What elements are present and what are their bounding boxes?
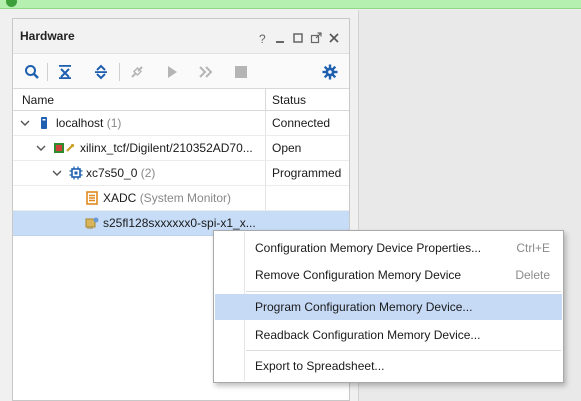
chip-icon bbox=[69, 166, 83, 180]
minimize-icon[interactable] bbox=[273, 31, 287, 45]
tree-item-label: xilinx_tcf/Digilent/210352AD70... bbox=[80, 141, 253, 155]
tree-item-label: s25fl128sxxxxxx0-spi-x1_x... bbox=[103, 216, 256, 230]
tree-item-label: xc7s50_0 (2) bbox=[86, 166, 156, 180]
float-icon[interactable] bbox=[309, 31, 323, 45]
tree-item-label: XADC (System Monitor) bbox=[103, 191, 232, 205]
expand-all-icon[interactable] bbox=[91, 62, 111, 82]
xadc-icon bbox=[85, 191, 99, 205]
menu-item-remove-memory-device[interactable]: Remove Configuration Memory Device Delet… bbox=[215, 262, 562, 288]
menu-separator bbox=[246, 291, 561, 292]
flash-memory-icon bbox=[85, 216, 99, 230]
toolbar bbox=[13, 53, 349, 89]
settings-icon[interactable] bbox=[320, 62, 340, 82]
menu-item-label: Readback Configuration Memory Device... bbox=[255, 328, 481, 342]
chevron-down-icon[interactable] bbox=[19, 117, 31, 129]
menu-item-readback-memory-device[interactable]: Readback Configuration Memory Device... bbox=[215, 322, 562, 348]
tree-item-label: localhost (1) bbox=[56, 116, 122, 130]
cable-icon bbox=[53, 141, 77, 155]
tree-item-status: Open bbox=[272, 141, 302, 155]
svg-text:?: ? bbox=[259, 32, 266, 44]
help-icon[interactable]: ? bbox=[255, 31, 269, 45]
menu-item-program-memory-device[interactable]: Program Configuration Memory Device... bbox=[215, 294, 562, 320]
status-dot-icon bbox=[6, 0, 17, 7]
menu-item-shortcut: Delete bbox=[515, 268, 550, 282]
panel-title: Hardware bbox=[20, 29, 75, 43]
menu-separator bbox=[246, 350, 561, 351]
skip-icon[interactable] bbox=[196, 62, 216, 82]
column-header-status[interactable]: Status bbox=[272, 93, 306, 107]
panel-header: Hardware ? bbox=[13, 19, 349, 53]
notification-strip bbox=[0, 0, 581, 9]
menu-item-export-spreadsheet[interactable]: Export to Spreadsheet... bbox=[215, 353, 562, 379]
menu-item-shortcut: Ctrl+E bbox=[516, 241, 550, 255]
menu-item-label: Program Configuration Memory Device... bbox=[255, 300, 473, 314]
menu-item-label: Remove Configuration Memory Device bbox=[255, 268, 462, 282]
stop-icon[interactable] bbox=[231, 62, 251, 82]
tree-item-status: Connected bbox=[272, 116, 331, 130]
maximize-icon[interactable] bbox=[291, 31, 305, 45]
run-icon[interactable] bbox=[162, 62, 182, 82]
tree-row-localhost[interactable]: localhost (1) Connected bbox=[13, 111, 349, 136]
tree-row-device[interactable]: xc7s50_0 (2) Programmed bbox=[13, 161, 349, 186]
tree-row-cable[interactable]: xilinx_tcf/Digilent/210352AD70... Open bbox=[13, 136, 349, 161]
menu-item-label: Configuration Memory Device Properties..… bbox=[255, 241, 482, 255]
tree-row-xadc[interactable]: XADC (System Monitor) bbox=[13, 186, 349, 211]
auto-connect-icon[interactable] bbox=[127, 62, 147, 82]
host-icon bbox=[37, 116, 51, 130]
chevron-down-icon[interactable] bbox=[35, 142, 47, 154]
search-icon[interactable] bbox=[22, 62, 42, 82]
close-icon[interactable] bbox=[327, 31, 341, 45]
collapse-all-icon[interactable] bbox=[55, 62, 75, 82]
menu-item-label: Export to Spreadsheet... bbox=[255, 359, 385, 373]
column-header-name[interactable]: Name bbox=[22, 93, 54, 107]
menu-item-memory-device-properties[interactable]: Configuration Memory Device Properties..… bbox=[215, 235, 562, 261]
context-menu: Configuration Memory Device Properties..… bbox=[213, 230, 564, 383]
tree-item-status: Programmed bbox=[272, 166, 342, 180]
table-header: Name Status bbox=[13, 89, 349, 111]
chevron-down-icon[interactable] bbox=[51, 167, 63, 179]
